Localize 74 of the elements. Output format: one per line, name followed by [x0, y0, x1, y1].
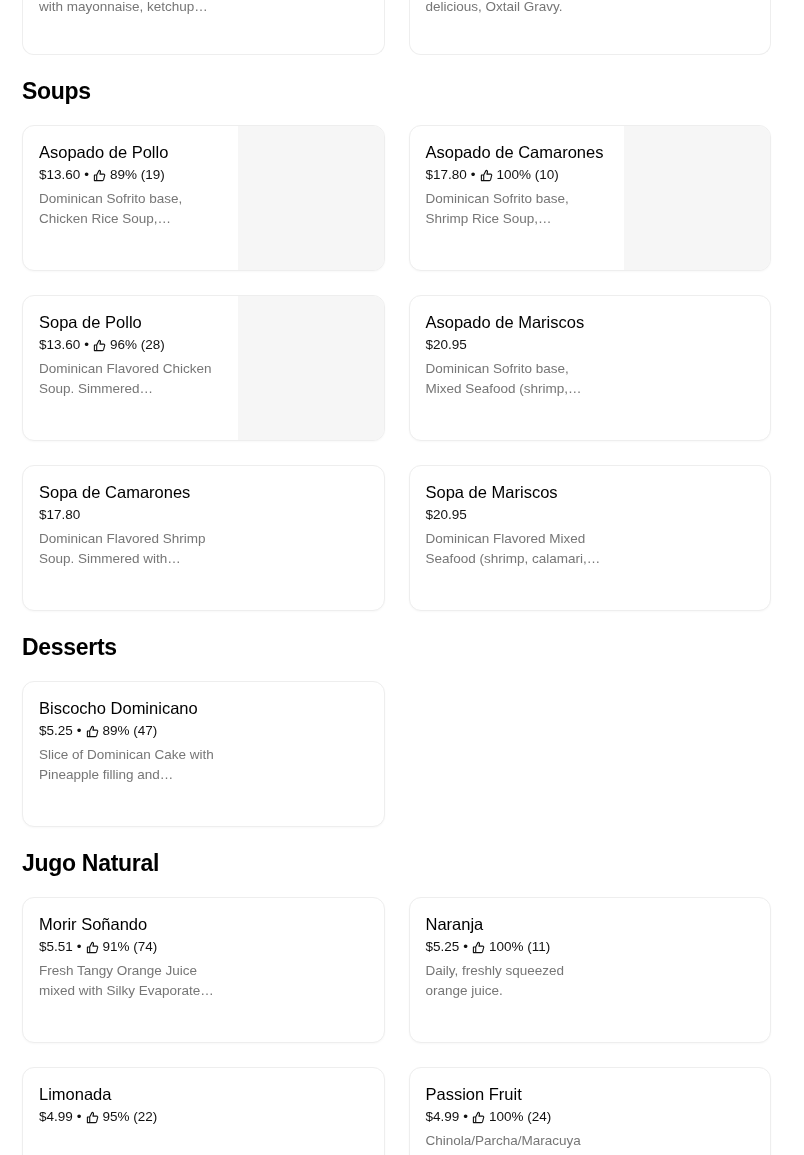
separator-dot: •	[84, 166, 90, 184]
menu-item-card[interactable]: Sopa de Pollo $13.60 • 96% (28) Dominican Flavored Chicken Soup. Simmered…	[22, 295, 385, 441]
item-name: Asopado de Mariscos	[425, 312, 585, 333]
thumbs-up-icon	[472, 940, 486, 954]
item-rating: 91% (74)	[102, 938, 158, 956]
item-name: Asopado de Camarones	[425, 142, 604, 163]
item-price: $20.95	[425, 336, 467, 354]
separator-dot: •	[463, 1108, 469, 1126]
menu-item-card[interactable]: Asopado de Camarones $17.80 • 100% (10) Dominican Sofrito base, Shrimp Rice Soup,…	[408, 125, 771, 271]
separator-dot: •	[84, 336, 90, 354]
item-description: with mayonnaise, ketchup…	[39, 0, 209, 16]
item-name: Naranja	[425, 914, 484, 935]
item-price: $4.99	[39, 1108, 73, 1126]
item-description: Daily, freshly squeezed orange juice.	[425, 962, 566, 1000]
thumbs-up-icon	[93, 168, 107, 182]
section-heading: Jugo Natural	[22, 849, 159, 877]
menu-item-card[interactable]: with mayonnaise, ketchup…	[22, 0, 385, 55]
item-description: Dominican Flavored Shrimp Soup. Simmered with…	[39, 530, 207, 568]
item-description: Dominican Sofrito base, Chicken Rice Soup,…	[39, 190, 184, 228]
item-description: delicious, Oxtail Gravy.	[425, 0, 564, 16]
item-description: Slice of Dominican Cake with Pineapple filling and…	[39, 746, 214, 784]
section-heading: Soups	[22, 77, 91, 105]
item-description: Dominican Flavored Chicken Soup. Simmered…	[39, 360, 213, 398]
menu-item-card[interactable]: Morir Soñando $5.51 • 91% (74) Fresh Tangy Orange Juice mixed with Silky Evaporate…	[22, 897, 385, 1043]
separator-dot: •	[76, 722, 82, 740]
item-name: Passion Fruit	[425, 1084, 522, 1105]
item-description: Fresh Tangy Orange Juice mixed with Silky Evaporate…	[39, 962, 214, 1000]
menu-item-card[interactable]: Sopa de Camarones $17.80 Dominican Flavored Shrimp Soup. Simmered with…	[22, 465, 385, 611]
item-price: $13.60	[39, 336, 81, 354]
menu-item-card[interactable]: Passion Fruit $4.99 • 100% (24) Chinola/Parcha/Maracuya	[408, 1067, 771, 1155]
item-rating: 100% (10)	[496, 166, 559, 184]
item-rating: 100% (24)	[489, 1108, 552, 1126]
item-name: Sopa de Camarones	[39, 482, 191, 503]
item-price: $5.25	[39, 722, 73, 740]
menu-item-card[interactable]: Biscocho Dominicano $5.25 • 89% (47) Slice of Dominican Cake with Pineapple filling and…	[22, 681, 385, 827]
menu-item-card[interactable]: Asopado de Mariscos $20.95 Dominican Sofrito base, Mixed Seafood (shrimp,…	[408, 295, 771, 441]
item-description: Dominican Flavored Mixed Seafood (shrimp, calamari,…	[425, 530, 601, 568]
thumbs-up-icon	[472, 1110, 486, 1124]
item-name: Sopa de Pollo	[39, 312, 142, 333]
item-price: $5.51	[39, 938, 73, 956]
thumbs-up-icon	[479, 168, 493, 182]
separator-dot: •	[76, 1108, 82, 1126]
item-name: Biscocho Dominicano	[39, 698, 198, 719]
item-rating: 95% (22)	[102, 1108, 158, 1126]
separator-dot: •	[470, 166, 476, 184]
item-price: $13.60	[39, 166, 81, 184]
item-rating: 89% (47)	[102, 722, 158, 740]
item-rating: 89% (19)	[110, 166, 165, 184]
item-price: $17.80	[425, 166, 467, 184]
thumbs-up-icon	[85, 940, 99, 954]
item-name: Sopa de Mariscos	[425, 482, 558, 503]
item-description: Chinola/Parcha/Maracuya	[425, 1132, 582, 1150]
menu-item-card[interactable]: Sopa de Mariscos $20.95 Dominican Flavored Mixed Seafood (shrimp, calamari,…	[408, 465, 771, 611]
item-name: Asopado de Pollo	[39, 142, 169, 163]
section-heading: Desserts	[22, 633, 117, 661]
item-description: Dominican Sofrito base, Mixed Seafood (shrimp,…	[425, 360, 583, 398]
item-price: $20.95	[425, 506, 467, 524]
separator-dot: •	[76, 938, 82, 956]
thumbs-up-icon	[85, 1110, 99, 1124]
thumbs-up-icon	[93, 338, 107, 352]
item-price: $4.99	[425, 1108, 460, 1126]
item-price: $17.80	[39, 506, 81, 524]
item-rating: 96% (28)	[110, 336, 165, 354]
separator-dot: •	[463, 938, 469, 956]
item-name: Limonada	[39, 1084, 112, 1105]
thumbs-up-icon	[85, 724, 99, 738]
menu-item-card[interactable]: Limonada $4.99 • 95% (22)	[22, 1067, 385, 1155]
item-price: $5.25	[425, 938, 460, 956]
menu-item-card[interactable]: Naranja $5.25 • 100% (11) Daily, freshly squeezed orange juice.	[408, 897, 771, 1043]
menu-item-card[interactable]: delicious, Oxtail Gravy.	[408, 0, 771, 55]
item-rating: 100% (11)	[489, 938, 551, 956]
menu-item-card[interactable]: Asopado de Pollo $13.60 • 89% (19) Dominican Sofrito base, Chicken Rice Soup,…	[22, 125, 385, 271]
item-description: Dominican Sofrito base, Shrimp Rice Soup,…	[425, 190, 570, 228]
item-name: Morir Soñando	[39, 914, 148, 935]
